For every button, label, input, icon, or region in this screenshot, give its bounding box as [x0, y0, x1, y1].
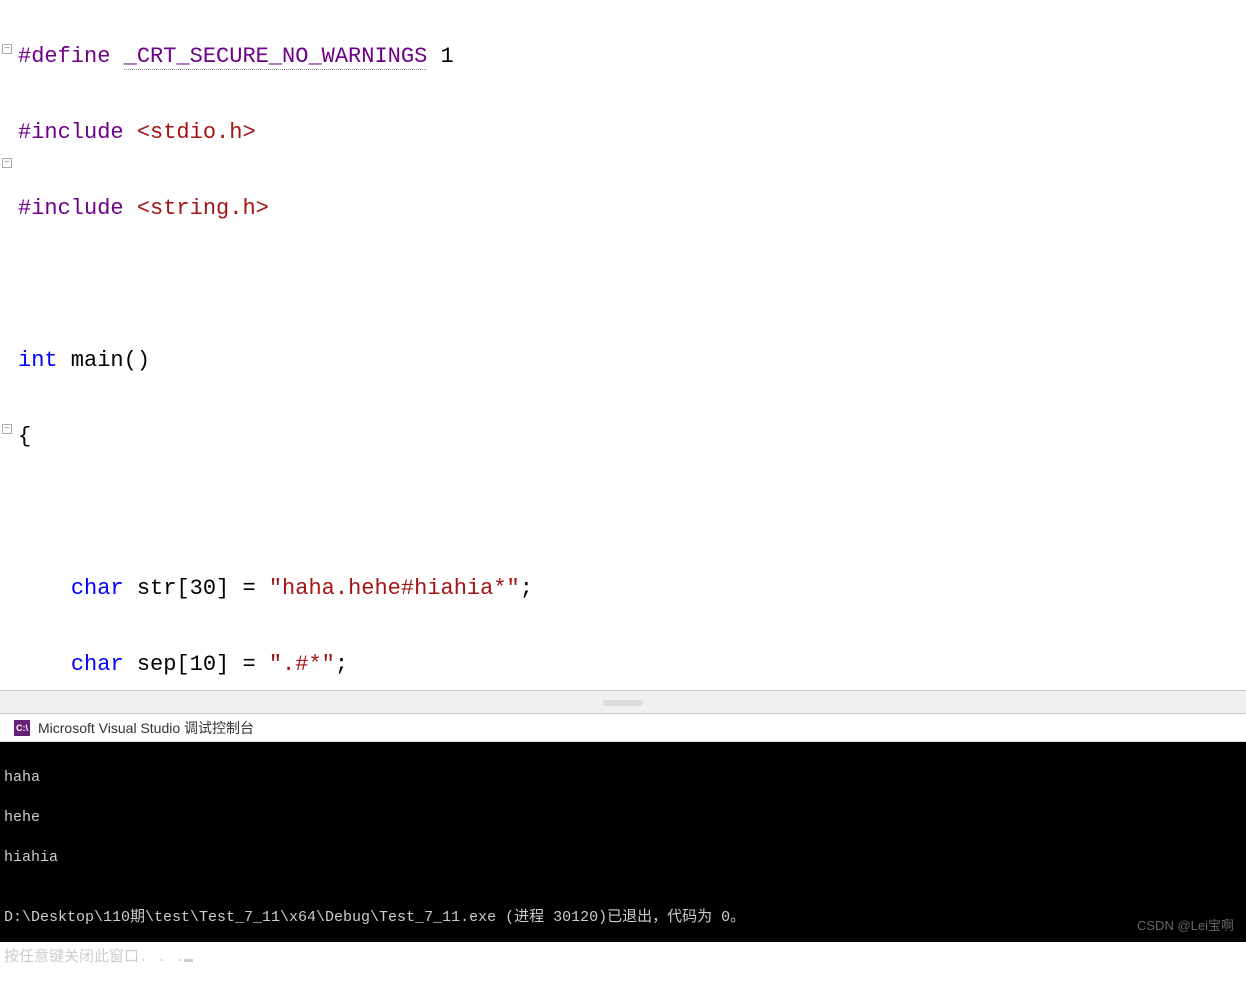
keyword-int: int — [18, 348, 58, 373]
macro-value: 1 — [440, 44, 453, 69]
preproc-include: #include — [18, 120, 124, 145]
output-line: hiahia — [4, 848, 1242, 868]
exit-message: D:\Desktop\110期\test\Test_7_11\x64\Debug… — [4, 908, 1242, 928]
watermark-text: CSDN @Lei宝啊 — [1137, 916, 1234, 936]
keyword-char: char — [71, 576, 124, 601]
macro-name: _CRT_SECURE_NO_WARNINGS — [124, 44, 428, 70]
cursor-icon — [184, 959, 193, 962]
include-path: <string.h> — [137, 196, 269, 221]
string-literal: "haha.hehe#hiahia*" — [269, 576, 520, 601]
code-content[interactable]: #define _CRT_SECURE_NO_WARNINGS 1 #inclu… — [0, 0, 1246, 690]
fold-toggle-icon[interactable]: − — [2, 44, 12, 54]
output-line: hehe — [4, 808, 1242, 828]
preproc-define: #define — [18, 44, 110, 69]
code-editor[interactable]: − − − #define _CRT_SECURE_NO_WARNINGS 1 … — [0, 0, 1246, 690]
console-title: Microsoft Visual Studio 调试控制台 — [38, 718, 254, 738]
prompt-line: 按任意键关闭此窗口. . . — [4, 948, 1242, 968]
fold-toggle-icon[interactable]: − — [2, 158, 12, 168]
pane-separator[interactable] — [0, 690, 1246, 714]
fold-gutter: − − − — [0, 0, 14, 690]
fold-toggle-icon[interactable]: − — [2, 424, 12, 434]
preproc-include: #include — [18, 196, 124, 221]
console-output[interactable]: haha hehe hiahia D:\Desktop\110期\test\Te… — [0, 742, 1246, 942]
include-path: <stdio.h> — [137, 120, 256, 145]
keyword-char: char — [71, 652, 124, 677]
console-titlebar: C:\ Microsoft Visual Studio 调试控制台 — [0, 714, 1246, 742]
string-literal: ".#*" — [269, 652, 335, 677]
brace: { — [18, 424, 31, 449]
output-line: haha — [4, 768, 1242, 788]
vs-console-icon: C:\ — [14, 720, 30, 736]
drag-handle-icon[interactable] — [603, 700, 643, 706]
func-main: main() — [58, 348, 150, 373]
